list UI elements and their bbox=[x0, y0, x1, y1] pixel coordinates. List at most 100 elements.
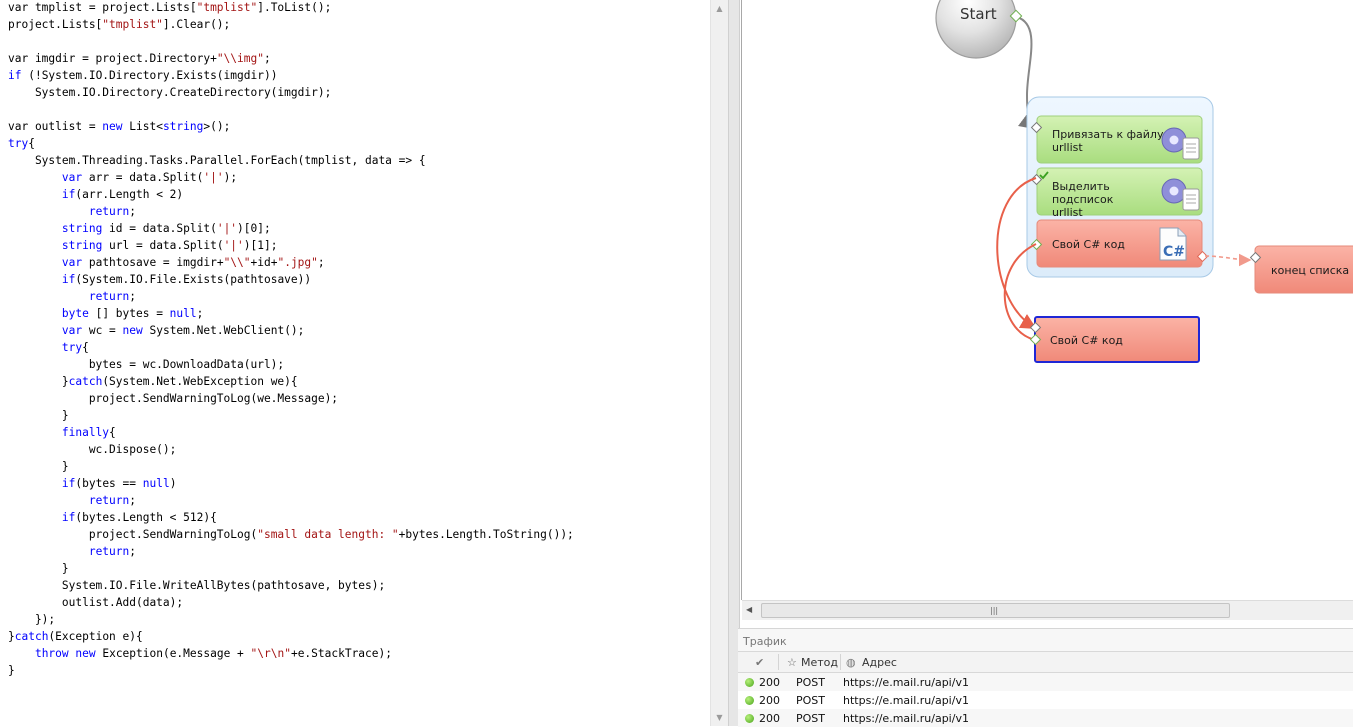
scroll-thumb[interactable]: ||| bbox=[761, 603, 1230, 618]
code-line[interactable]: string id = data.Split('|')[0]; bbox=[8, 220, 574, 237]
code-line[interactable]: System.IO.File.WriteAllBytes(pathtosave,… bbox=[8, 577, 574, 594]
panel-splitter[interactable] bbox=[728, 0, 740, 726]
code-line[interactable]: } bbox=[8, 407, 574, 424]
code-line[interactable]: project.Lists["tmplist"].Clear(); bbox=[8, 16, 574, 33]
code-line[interactable]: if (!System.IO.Directory.Exists(imgdir)) bbox=[8, 67, 574, 84]
code-line[interactable]: return; bbox=[8, 543, 574, 560]
code-line[interactable]: if(arr.Length < 2) bbox=[8, 186, 574, 203]
code-line[interactable]: project.SendWarningToLog("small data len… bbox=[8, 526, 574, 543]
code-line[interactable]: var wc = new System.Net.WebClient(); bbox=[8, 322, 574, 339]
code-line[interactable]: try{ bbox=[8, 339, 574, 356]
code-lines[interactable]: var tmplist = project.Lists["tmplist"].T… bbox=[8, 0, 574, 679]
code-token: '|' bbox=[203, 171, 224, 184]
code-token: try bbox=[61, 341, 83, 354]
code-token: try bbox=[8, 137, 29, 150]
code-line[interactable]: var outlist = new List<string>(); bbox=[8, 118, 574, 135]
block-bind-label: Привязать к файлу urllist bbox=[1052, 128, 1164, 154]
code-token: "tmplist" bbox=[102, 18, 163, 31]
star-icon: ☆ bbox=[787, 656, 797, 669]
traffic-panel: Трафик ✔ ☆ Метод ◍ Адрес 200 POST https:… bbox=[738, 628, 1353, 727]
code-line[interactable]: }); bbox=[8, 611, 574, 628]
code-line[interactable]: } bbox=[8, 560, 574, 577]
code-token: (System.Net.WebException we){ bbox=[102, 375, 298, 388]
traffic-row[interactable]: 200 POST https://e.mail.ru/api/v1 bbox=[738, 673, 1353, 691]
code-line[interactable]: finally{ bbox=[8, 424, 574, 441]
code-line[interactable]: System.Threading.Tasks.Parallel.ForEach(… bbox=[8, 152, 574, 169]
code-line[interactable] bbox=[8, 33, 574, 50]
project-canvas[interactable]: C# C# Start Привязать к файлу urllist Вы… bbox=[741, 0, 1353, 600]
start-label: Start bbox=[960, 5, 997, 23]
code-token: string bbox=[162, 120, 204, 133]
code-line[interactable]: }catch(System.Net.WebException we){ bbox=[8, 373, 574, 390]
globe-icon: ◍ bbox=[846, 656, 856, 669]
code-line[interactable]: var imgdir = project.Directory+"\\img"; bbox=[8, 50, 574, 67]
code-line[interactable]: throw new Exception(e.Message + "\r\n"+e… bbox=[8, 645, 574, 662]
code-token: }); bbox=[8, 613, 56, 626]
code-line[interactable]: wc.Dispose(); bbox=[8, 441, 574, 458]
code-line[interactable]: string url = data.Split('|')[1]; bbox=[8, 237, 574, 254]
code-token: System.IO.File.WriteAllBytes(pathtosave,… bbox=[8, 579, 386, 592]
status-ok-icon bbox=[745, 714, 754, 723]
code-token: } bbox=[8, 409, 69, 422]
code-token: bytes = wc.DownloadData(url); bbox=[8, 358, 285, 371]
column-address[interactable]: Адрес bbox=[862, 656, 897, 669]
code-line[interactable]: System.IO.Directory.CreateDirectory(imgd… bbox=[8, 84, 574, 101]
code-line[interactable]: byte [] bytes = null; bbox=[8, 305, 574, 322]
code-token: (bytes.Length < 512){ bbox=[75, 511, 217, 524]
code-token: ".jpg" bbox=[277, 256, 318, 269]
code-line[interactable]: outlist.Add(data); bbox=[8, 594, 574, 611]
code-token: ; bbox=[196, 307, 204, 320]
code-line[interactable]: if(bytes == null) bbox=[8, 475, 574, 492]
code-line[interactable]: if(bytes.Length < 512){ bbox=[8, 509, 574, 526]
code-token: outlist.Add(data); bbox=[8, 596, 184, 609]
code-line[interactable]: } bbox=[8, 662, 574, 679]
check-icon[interactable]: ✔ bbox=[755, 656, 764, 669]
code-token: { bbox=[28, 137, 35, 150]
row-url: https://e.mail.ru/api/v1 bbox=[843, 694, 969, 707]
code-token: ; bbox=[263, 52, 271, 65]
code-line[interactable]: if(System.IO.File.Exists(pathtosave)) bbox=[8, 271, 574, 288]
traffic-row[interactable]: 200 POST https://e.mail.ru/api/v1 bbox=[738, 691, 1353, 709]
code-token: if bbox=[61, 477, 76, 490]
scroll-down-arrow-icon[interactable]: ▼ bbox=[711, 709, 728, 726]
code-line[interactable]: return; bbox=[8, 288, 574, 305]
code-token: if bbox=[61, 273, 76, 286]
traffic-row[interactable]: 200 POST https://e.mail.ru/api/v1 bbox=[738, 709, 1353, 727]
code-line[interactable]: project.SendWarningToLog(we.Message); bbox=[8, 390, 574, 407]
code-token: "\\img" bbox=[216, 52, 264, 65]
code-token: "tmplist" bbox=[196, 1, 258, 14]
code-line[interactable]: var tmplist = project.Lists["tmplist"].T… bbox=[8, 0, 574, 16]
row-method: POST bbox=[796, 712, 825, 725]
code-line[interactable]: }catch(Exception e){ bbox=[8, 628, 574, 645]
code-line[interactable]: } bbox=[8, 458, 574, 475]
column-method[interactable]: Метод bbox=[801, 656, 838, 669]
scroll-left-arrow-icon[interactable]: ◀ bbox=[746, 605, 752, 614]
code-token: (System.IO.File.Exists(pathtosave)) bbox=[75, 273, 312, 286]
code-line[interactable]: try{ bbox=[8, 135, 574, 152]
code-token: id = data.Split( bbox=[102, 222, 217, 235]
code-editor[interactable]: var tmplist = project.Lists["tmplist"].T… bbox=[0, 0, 710, 726]
grip-icon: ||| bbox=[990, 606, 999, 615]
editor-vertical-scrollbar[interactable]: ▲ ▼ bbox=[710, 0, 728, 726]
code-line[interactable]: bytes = wc.DownloadData(url); bbox=[8, 356, 574, 373]
code-token: } bbox=[8, 562, 69, 575]
code-line[interactable]: return; bbox=[8, 203, 574, 220]
canvas-horizontal-scrollbar[interactable]: ◀ ||| bbox=[742, 600, 1353, 620]
code-token: byte bbox=[61, 307, 89, 320]
code-line[interactable]: var arr = data.Split('|'); bbox=[8, 169, 574, 186]
code-token: { bbox=[82, 341, 89, 354]
scroll-up-arrow-icon[interactable]: ▲ bbox=[711, 0, 728, 17]
code-line[interactable]: var pathtosave = imgdir+"\\"+id+".jpg"; bbox=[8, 254, 574, 271]
code-line[interactable]: return; bbox=[8, 492, 574, 509]
code-token: [] bytes = bbox=[88, 307, 170, 320]
code-token: ].ToList(); bbox=[257, 1, 332, 14]
code-line[interactable] bbox=[8, 101, 574, 118]
